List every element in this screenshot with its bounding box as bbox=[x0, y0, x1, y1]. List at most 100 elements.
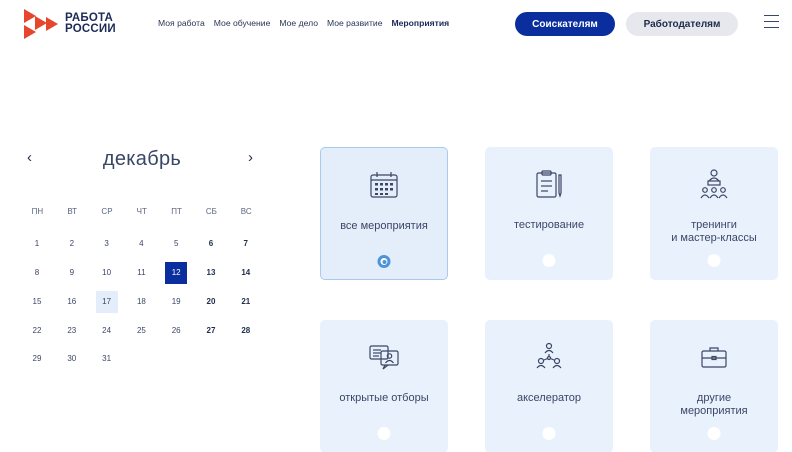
calendar-day-cell: 27 bbox=[194, 320, 229, 349]
weekday-label: ЧТ bbox=[136, 207, 147, 216]
calendar-day[interactable]: 6 bbox=[200, 233, 222, 255]
team-network-icon bbox=[532, 340, 566, 374]
calendar-day-cell: 26 bbox=[159, 320, 194, 349]
calendar-day-cell: 18 bbox=[124, 291, 159, 320]
event-category-tile[interactable]: тренинги и мастер-классы bbox=[650, 147, 778, 280]
calendar-icon bbox=[367, 168, 401, 202]
calendar-day[interactable]: 22 bbox=[26, 320, 48, 342]
calendar-day-cell: 31 bbox=[90, 348, 125, 377]
calendar-header: ‹ декабрь › bbox=[20, 146, 264, 180]
site-header: РАБОТА РОССИИ Моя работа Мое обучение Мо… bbox=[0, 0, 792, 48]
calendar-day-cell: 13 bbox=[194, 262, 229, 291]
weekday-label: ВС bbox=[240, 207, 252, 216]
category-radio[interactable] bbox=[377, 427, 391, 440]
logo-arrows-icon bbox=[24, 9, 58, 39]
calendar-day-cell: 14 bbox=[229, 262, 264, 291]
calendar-day[interactable]: 23 bbox=[61, 320, 83, 342]
calendar-day[interactable]: 29 bbox=[26, 348, 48, 370]
event-category-tile[interactable]: все мероприятия bbox=[320, 147, 448, 280]
event-category-label: все мероприятия bbox=[340, 220, 428, 232]
nav-events[interactable]: Мероприятия bbox=[391, 18, 449, 28]
calendar-day[interactable]: 9 bbox=[61, 262, 83, 284]
event-category-tile[interactable]: открытые отборы bbox=[320, 320, 448, 452]
calendar-grid: ПН ВТ СР ЧТ ПТ СБ ВС 1 2 3 4 5 6 7 8 9 10 11 12 13 14 15 16 17 1… bbox=[20, 204, 264, 377]
calendar-day[interactable]: 7 bbox=[235, 233, 257, 255]
category-radio[interactable] bbox=[542, 254, 556, 267]
briefcase-icon bbox=[697, 340, 731, 374]
nav-my-education[interactable]: Мое обучение bbox=[214, 18, 271, 28]
calendar-day[interactable]: 1 bbox=[26, 233, 48, 255]
event-category-tile[interactable]: другие мероприятия bbox=[650, 320, 778, 452]
chat-profile-icon bbox=[367, 340, 401, 374]
calendar-day[interactable]: 4 bbox=[130, 233, 152, 255]
calendar-month: декабрь bbox=[102, 148, 182, 170]
calendar-day[interactable]: 27 bbox=[200, 320, 222, 342]
calendar-day-cell: 21 bbox=[229, 291, 264, 320]
category-radio[interactable] bbox=[707, 427, 721, 440]
calendar-day-cell: 2 bbox=[55, 233, 90, 262]
calendar-day-cell: 6 bbox=[194, 233, 229, 262]
nav-my-business[interactable]: Мое дело bbox=[279, 18, 318, 28]
calendar-day[interactable]: 16 bbox=[61, 291, 83, 313]
calendar-day-cell: 12 bbox=[159, 261, 194, 291]
calendar-day[interactable]: 5 bbox=[165, 233, 187, 255]
calendar-day[interactable]: 10 bbox=[96, 262, 118, 284]
logo[interactable]: РАБОТА РОССИИ bbox=[22, 7, 116, 41]
calendar-day[interactable]: 14 bbox=[235, 262, 257, 284]
next-month-icon[interactable]: › bbox=[248, 149, 253, 166]
calendar-day-cell: 11 bbox=[124, 262, 159, 291]
clipboard-pencil-icon bbox=[532, 167, 566, 201]
calendar-day-cell: 15 bbox=[20, 291, 55, 320]
employers-button[interactable]: Работодателям bbox=[626, 12, 738, 36]
calendar-day[interactable]: 17 bbox=[95, 290, 118, 313]
calendar-day[interactable]: 2 bbox=[61, 233, 83, 255]
logo-text: РАБОТА РОССИИ bbox=[65, 12, 116, 35]
calendar-day-cell: 3 bbox=[90, 233, 125, 262]
event-category-tile[interactable]: акселератор bbox=[485, 320, 613, 452]
calendar-day-cell: 7 bbox=[229, 233, 264, 262]
calendar-day[interactable]: 12 bbox=[165, 261, 188, 284]
calendar-day[interactable]: 30 bbox=[61, 348, 83, 370]
weekday-label: ВТ bbox=[67, 207, 78, 216]
event-category-label: тренинги и мастер-классы bbox=[671, 219, 757, 244]
calendar-day[interactable]: 28 bbox=[235, 320, 257, 342]
main-nav: Моя работа Мое обучение Мое дело Мое раз… bbox=[158, 18, 458, 28]
category-radio[interactable] bbox=[542, 427, 556, 440]
calendar-day-cell: 25 bbox=[124, 320, 159, 349]
calendar-day[interactable]: 13 bbox=[200, 262, 222, 284]
nav-my-development[interactable]: Мое развитие bbox=[327, 18, 383, 28]
calendar-day-cell: 5 bbox=[159, 233, 194, 262]
category-radio[interactable] bbox=[707, 254, 721, 267]
calendar-day[interactable]: 15 bbox=[26, 291, 48, 313]
calendar-day[interactable]: 21 bbox=[235, 291, 257, 313]
calendar-day[interactable]: 3 bbox=[96, 233, 118, 255]
calendar-day[interactable]: 25 bbox=[130, 320, 152, 342]
calendar-day[interactable]: 20 bbox=[200, 291, 222, 313]
nav-my-work[interactable]: Моя работа bbox=[158, 18, 205, 28]
calendar-day[interactable]: 31 bbox=[96, 348, 118, 370]
logo-line-2: РОССИИ bbox=[65, 23, 116, 35]
calendar: ‹ декабрь › ПН ВТ СР ЧТ ПТ СБ ВС 1 2 3 4 5 6 7 8 9 10 11 1… bbox=[20, 146, 264, 363]
calendar-day-cell: 30 bbox=[55, 348, 90, 377]
hamburger-menu-icon[interactable] bbox=[764, 15, 779, 29]
training-group-icon bbox=[697, 167, 731, 201]
calendar-day[interactable]: 18 bbox=[130, 291, 152, 313]
calendar-day-cell: 9 bbox=[55, 262, 90, 291]
calendar-day-cell: 1 bbox=[20, 233, 55, 262]
calendar-day-cell: 17 bbox=[90, 290, 125, 320]
event-category-tile[interactable]: тестирование bbox=[485, 147, 613, 280]
weekday-label: ПТ bbox=[171, 207, 182, 216]
calendar-day[interactable]: 8 bbox=[26, 262, 48, 284]
calendar-day[interactable]: 11 bbox=[130, 262, 152, 284]
calendar-day[interactable]: 19 bbox=[165, 291, 187, 313]
calendar-day[interactable]: 24 bbox=[96, 320, 118, 342]
calendar-day-cell: 24 bbox=[90, 320, 125, 349]
event-category-label: тестирование bbox=[513, 219, 585, 231]
category-radio[interactable] bbox=[377, 255, 391, 268]
calendar-day[interactable]: 26 bbox=[165, 320, 187, 342]
calendar-day-cell: 29 bbox=[20, 348, 55, 377]
calendar-day-cell: 19 bbox=[159, 291, 194, 320]
calendar-day-cell: 8 bbox=[20, 262, 55, 291]
seekers-button[interactable]: Соискателям bbox=[515, 12, 615, 36]
calendar-day-cell: 23 bbox=[55, 320, 90, 349]
